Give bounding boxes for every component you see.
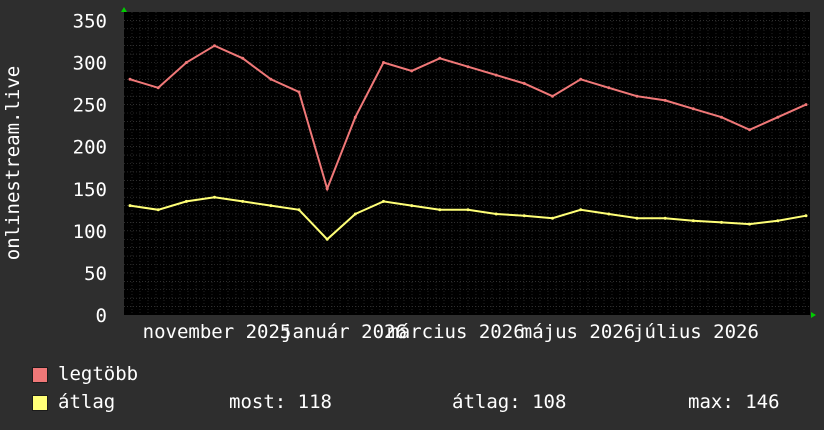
y-tick-label: 250 [73, 95, 107, 117]
stat-max: max: 146 [688, 391, 780, 413]
data-point [720, 220, 723, 224]
data-point [663, 98, 667, 102]
x-tick-label: május 2026 [521, 321, 635, 343]
data-point [269, 204, 273, 208]
data-point [579, 208, 583, 212]
data-point [382, 199, 385, 203]
data-point [635, 216, 639, 220]
y-tick-label: 350 [73, 10, 107, 32]
legend-label-max: legtöbb [58, 363, 139, 385]
data-point [804, 103, 808, 107]
data-point [776, 115, 780, 119]
data-point [494, 212, 498, 216]
data-point [184, 199, 188, 203]
data-point [297, 90, 301, 94]
data-point [156, 86, 160, 90]
data-point [410, 204, 414, 208]
data-point [522, 82, 526, 85]
data-point [128, 204, 132, 208]
y-tick-label: 100 [73, 221, 107, 243]
data-point [663, 216, 667, 220]
y-tick-label: 0 [96, 305, 107, 327]
x-tick-label: március 2026 [387, 321, 524, 343]
data-point [128, 77, 132, 81]
legend-swatch-avg [32, 395, 48, 411]
data-point [241, 56, 245, 60]
data-point [353, 115, 357, 119]
x-tick-label: november 2025 [143, 321, 292, 343]
data-point [297, 208, 301, 212]
x-axis-arrow-icon [811, 312, 816, 318]
data-point [156, 208, 160, 212]
data-point [269, 77, 273, 81]
data-point [325, 237, 329, 241]
y-tick-label: 50 [84, 263, 107, 285]
y-axis-arrow-icon [121, 7, 127, 12]
data-point [213, 44, 216, 48]
data-point [607, 86, 611, 90]
data-point [579, 77, 583, 81]
legend-swatch-max [32, 367, 48, 383]
stat-now: most: 118 [229, 391, 332, 413]
data-point [748, 222, 752, 226]
y-tick-label: 300 [73, 53, 107, 75]
data-point [748, 128, 752, 132]
data-point [551, 94, 554, 98]
data-point [325, 187, 329, 191]
data-point [551, 216, 554, 220]
data-point [241, 199, 245, 203]
data-point [438, 208, 442, 212]
data-point [438, 56, 442, 60]
stat-average: átlag: 108 [452, 391, 567, 413]
data-point [353, 212, 357, 216]
data-point [691, 107, 695, 111]
data-point [804, 214, 808, 218]
data-point [635, 94, 639, 98]
data-point [213, 195, 216, 199]
data-point [776, 219, 780, 223]
data-point [691, 219, 695, 223]
data-point [720, 115, 723, 119]
y-tick-label: 200 [73, 137, 107, 159]
data-point [466, 65, 470, 69]
data-point [494, 73, 498, 77]
chart: 050100150200250300350november 2025január… [2, 7, 816, 343]
legend-row-avg: átlag most: 118 átlag: 108 max: 146 [32, 391, 812, 413]
legend-label-avg: átlag [58, 391, 116, 413]
data-point [466, 208, 470, 212]
data-point [607, 212, 611, 216]
y-axis-label: onlinestream.live [2, 66, 24, 260]
y-tick-label: 150 [73, 179, 107, 201]
data-point [184, 61, 188, 64]
x-tick-label: július 2026 [633, 321, 759, 343]
data-point [382, 61, 385, 64]
data-point [410, 69, 414, 73]
data-point [522, 214, 526, 218]
